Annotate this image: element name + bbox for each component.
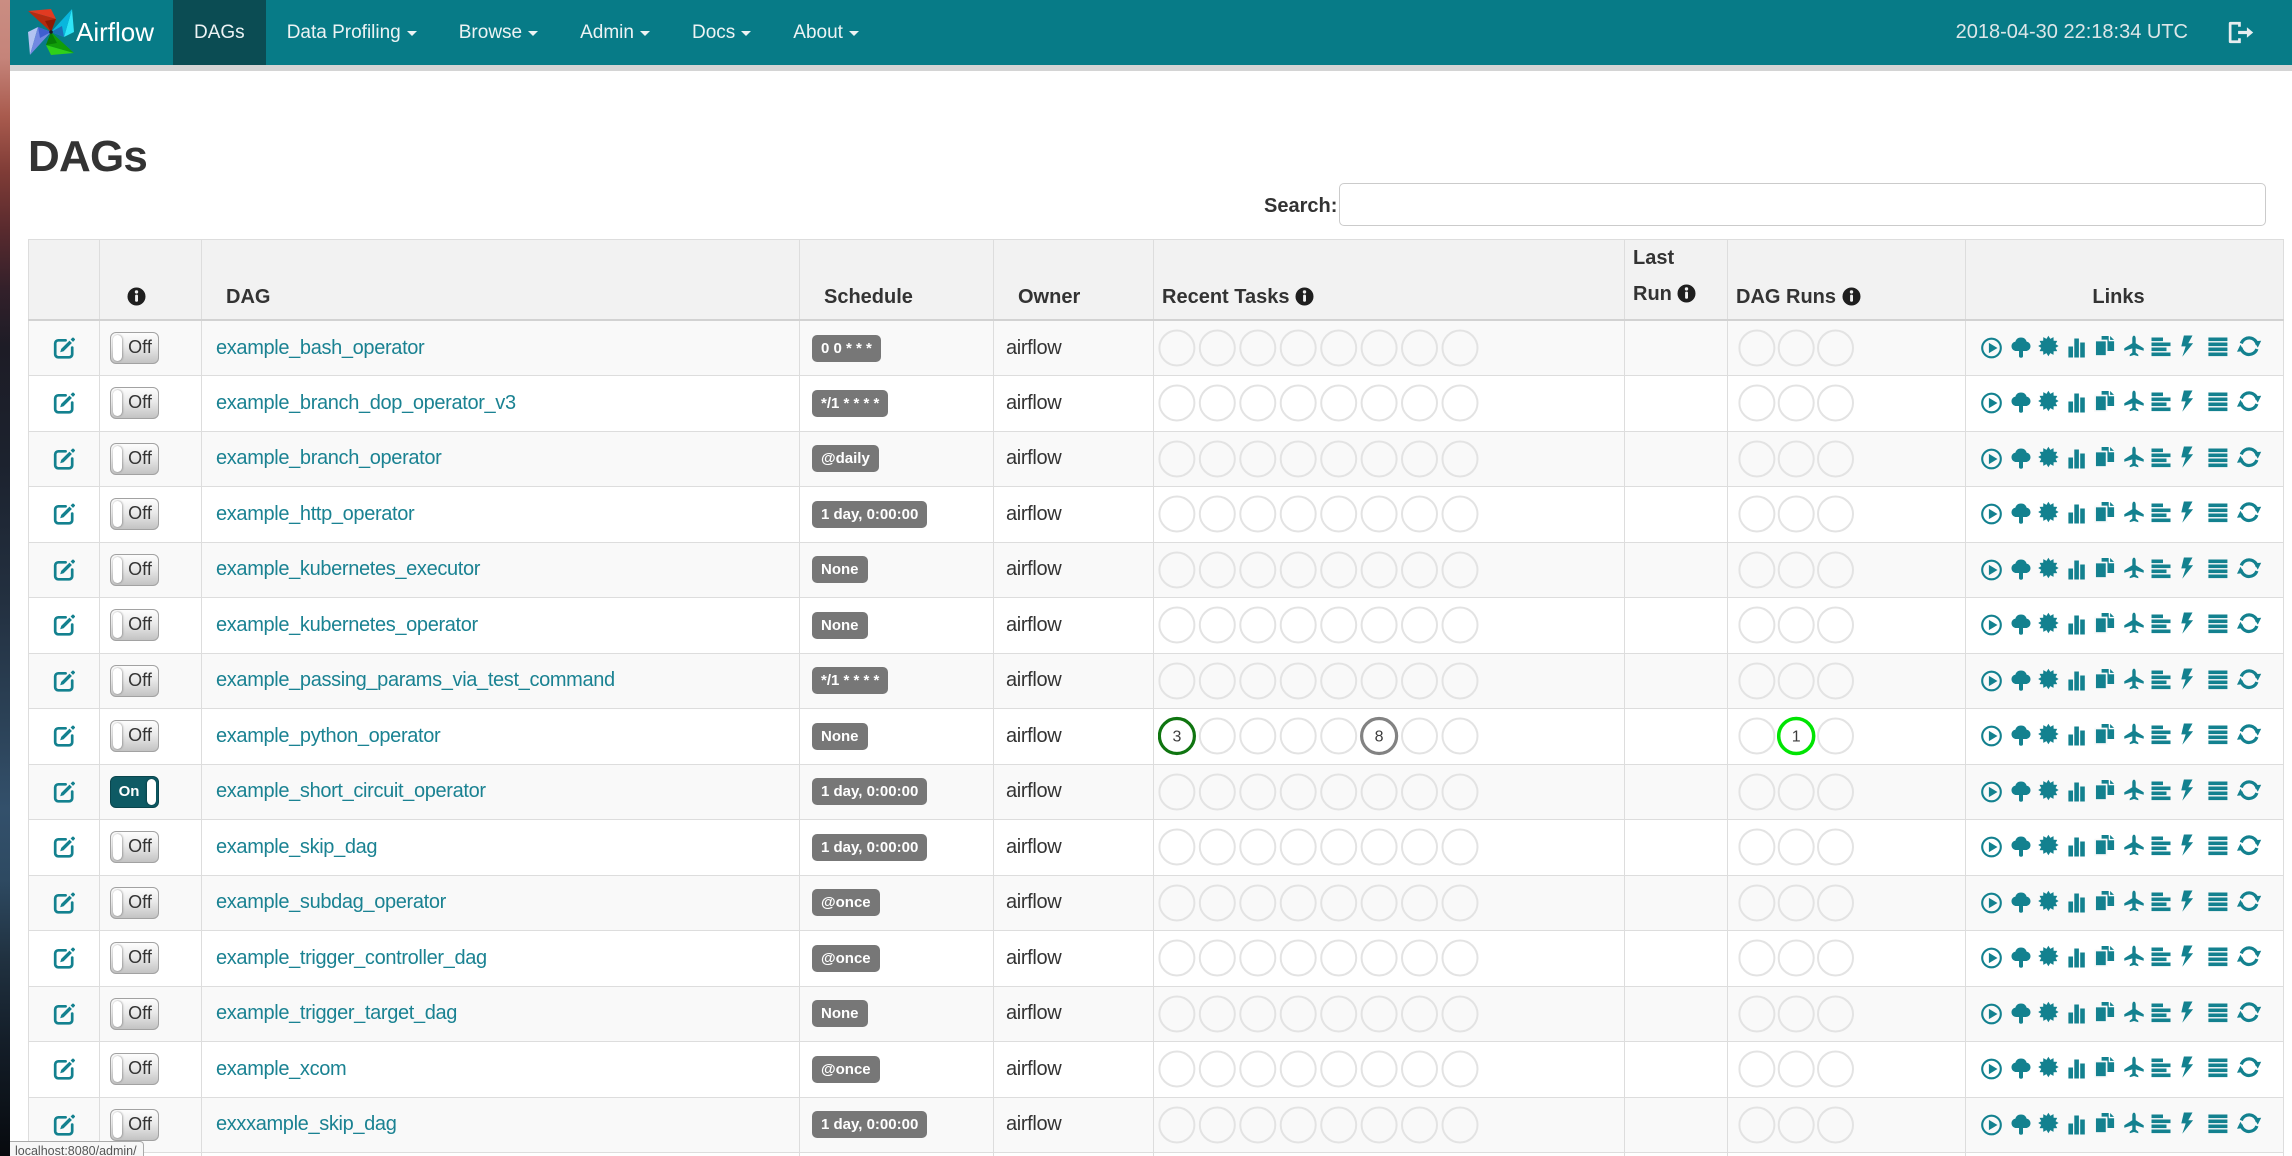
svg-text:1: 1	[1792, 729, 1801, 746]
svg-text:3: 3	[1172, 729, 1181, 746]
svg-text:8: 8	[1375, 729, 1384, 746]
